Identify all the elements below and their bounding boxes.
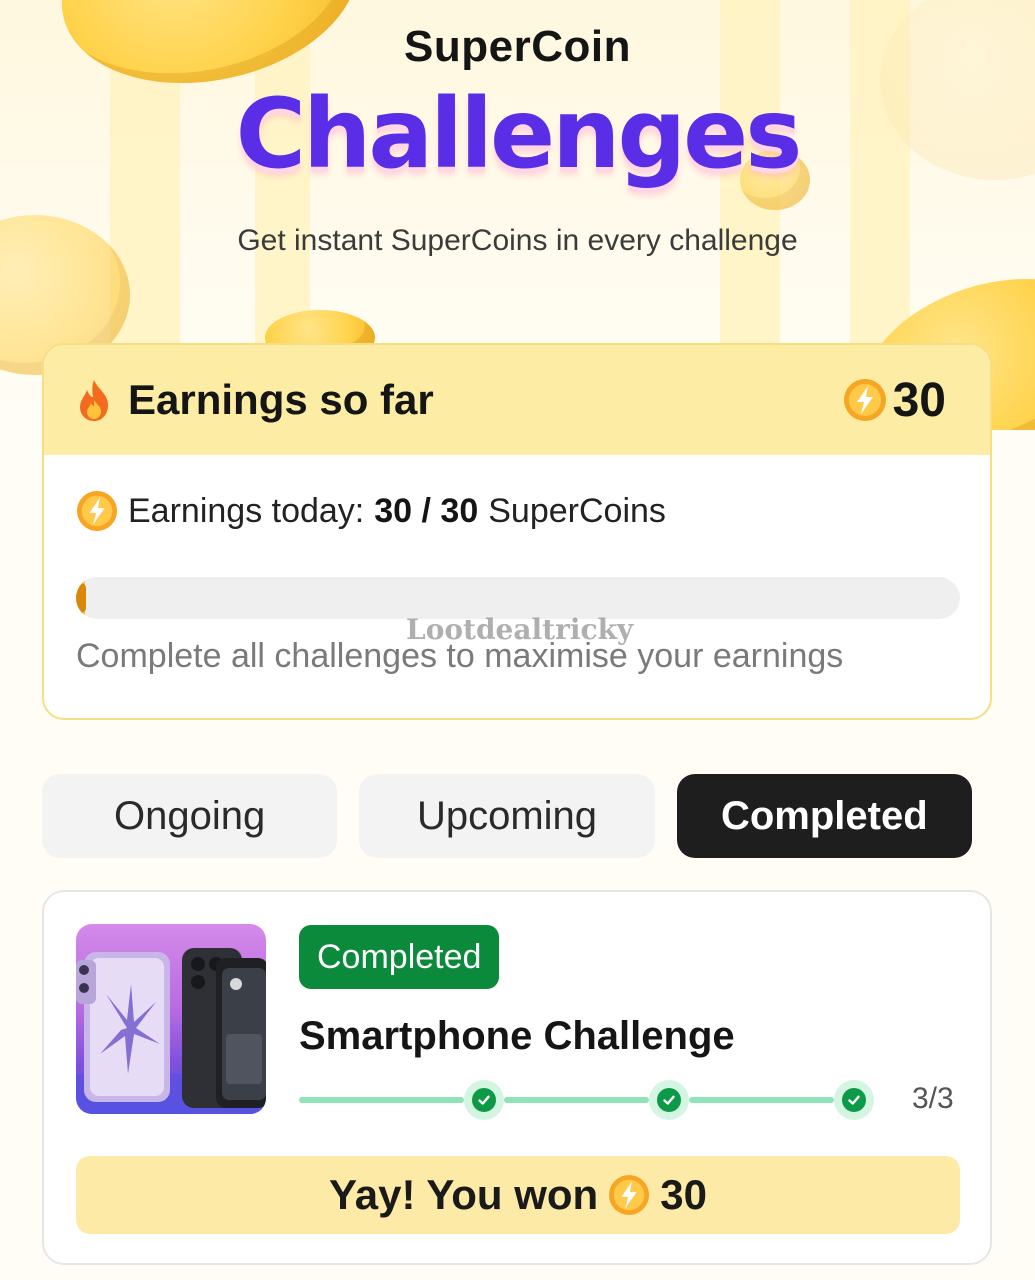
hero-title: Challenges [235, 78, 803, 190]
step-check-icon [834, 1080, 874, 1120]
supercoin-icon [608, 1174, 650, 1216]
earnings-header: Earnings so far 30 [44, 345, 990, 455]
step-connector [299, 1097, 464, 1103]
earnings-total-value: 30 [892, 373, 946, 427]
challenge-step-tracker [299, 1080, 894, 1120]
step-check-icon [649, 1080, 689, 1120]
step-check-icon [464, 1080, 504, 1120]
reward-banner: Yay! You won 30 [76, 1156, 960, 1234]
earnings-today-value: 30 / 30 [374, 491, 479, 530]
supercoin-icon [76, 490, 118, 532]
step-connector [689, 1097, 834, 1103]
earnings-title: Earnings so far [128, 376, 434, 423]
earnings-card: Earnings so far 30 Earnings today: 30 / … [42, 343, 992, 720]
watermark: Lootdealtricky [406, 613, 634, 646]
hero-title-small: SuperCoin [404, 22, 631, 71]
challenge-title: Smartphone Challenge [299, 1014, 735, 1058]
status-badge: Completed [299, 925, 500, 989]
supercoin-icon [843, 378, 887, 422]
challenge-tabs: Ongoing Upcoming Completed [42, 774, 972, 858]
reward-text: Yay! You won [329, 1171, 599, 1218]
step-count: 3/3 [912, 1082, 954, 1115]
earnings-today-label: Earnings today: [128, 491, 365, 530]
smartphone-thumbnail [76, 924, 266, 1114]
step-connector [504, 1097, 649, 1103]
tab-upcoming[interactable]: Upcoming [359, 774, 655, 858]
reward-amount: 30 [660, 1171, 707, 1218]
hero-subtitle: Get instant SuperCoins in every challeng… [237, 224, 798, 257]
earnings-today-unit: SuperCoins [488, 491, 666, 530]
tab-completed[interactable]: Completed [676, 774, 972, 858]
earnings-progress-marker [76, 583, 86, 613]
fire-icon [76, 378, 112, 422]
earnings-total: 30 [843, 373, 946, 428]
challenge-card[interactable]: Completed Smartphone Challenge 3/3 Yay! … [42, 890, 992, 1265]
tab-ongoing[interactable]: Ongoing [42, 774, 338, 858]
earnings-today-row: Earnings today: 30 / 30 SuperCoins [76, 490, 666, 532]
